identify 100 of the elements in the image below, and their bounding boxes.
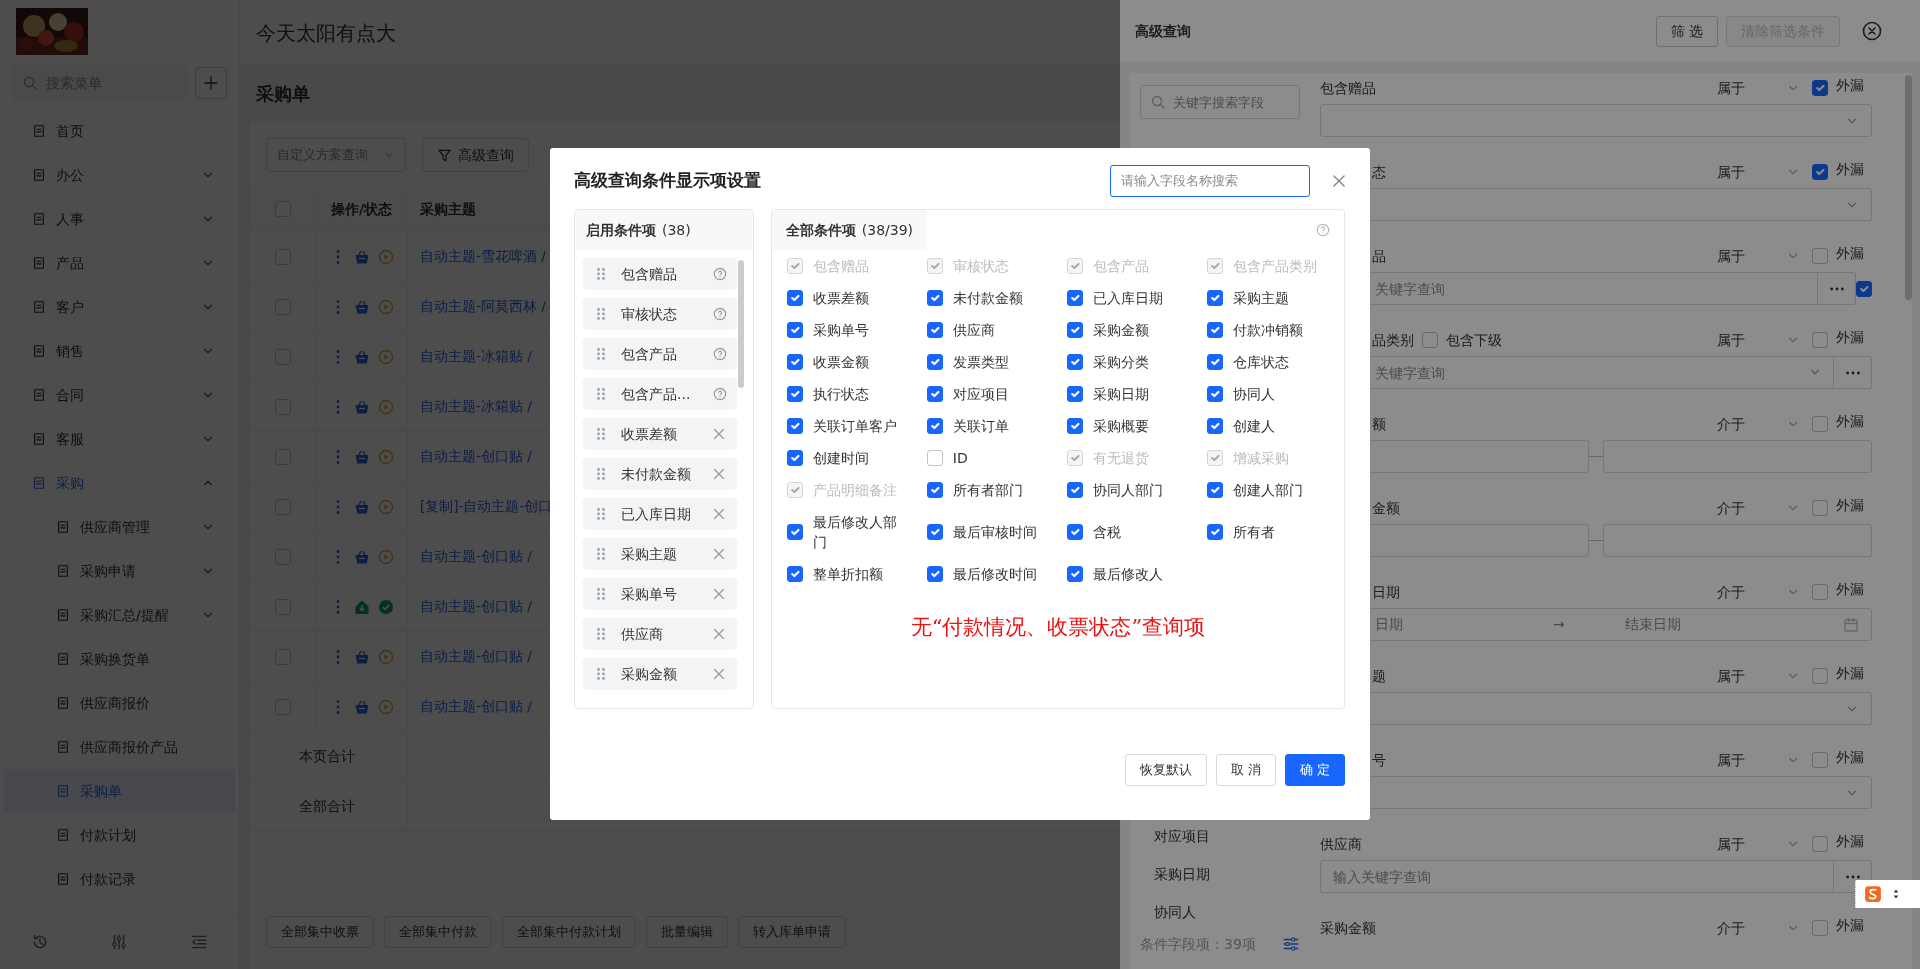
condition-item[interactable]: 采购单号 (583, 578, 737, 610)
field-list-item[interactable]: 协同人 (1154, 893, 1300, 931)
dialog-button[interactable]: 取 消 (1215, 754, 1276, 786)
checkbox[interactable] (1812, 416, 1828, 432)
sliders-icon[interactable] (110, 932, 129, 951)
search-field[interactable]: 请输入字段名称搜索 (1110, 164, 1310, 197)
checkbox[interactable] (926, 524, 943, 540)
checkbox[interactable] (1812, 584, 1828, 600)
checkbox[interactable] (786, 450, 803, 466)
remove-icon[interactable] (711, 546, 727, 562)
add-button[interactable] (195, 67, 227, 99)
action-button[interactable]: 批量编辑 (646, 916, 728, 948)
operator-select[interactable]: 属于 (1717, 329, 1812, 351)
advanced-search-button[interactable]: 高级查询 (422, 138, 529, 172)
checkbox[interactable] (1206, 386, 1223, 402)
field-list-item[interactable]: 采购日期 (1154, 855, 1300, 893)
condition-item[interactable]: 包含产品... (583, 378, 737, 410)
action-button[interactable]: 转入库单申请 (738, 916, 846, 948)
subject-link[interactable]: 自动主题-阿莫西林 / (420, 296, 546, 317)
sidebar-item[interactable]: 办公 (4, 153, 235, 197)
operator-select[interactable]: 属于 (1717, 161, 1812, 183)
sidebar-item[interactable]: 销售 (4, 329, 235, 373)
operator-select[interactable]: 属于 (1717, 245, 1812, 267)
condition-item[interactable]: 审核状态 (583, 298, 737, 330)
operator-select[interactable]: 介于 (1717, 581, 1812, 603)
checkbox[interactable] (786, 354, 803, 370)
checkbox[interactable] (926, 482, 943, 498)
remove-icon[interactable] (711, 426, 727, 442)
sidebar-item[interactable]: 采购换货单 (4, 637, 235, 681)
sliders-icon[interactable] (1282, 935, 1300, 953)
operator-select[interactable]: 介于 (1717, 497, 1812, 519)
condition-item[interactable]: 包含赠品 (583, 258, 737, 290)
sidebar-item[interactable]: 采购 (4, 461, 235, 505)
filter-button[interactable]: 筛 选 (1655, 15, 1718, 47)
checkbox[interactable] (1206, 482, 1223, 498)
sidebar-item[interactable]: 供应商报价产品 (4, 725, 235, 769)
subject-link[interactable]: 自动主题-雪花啤酒 / (420, 246, 546, 267)
checkbox[interactable] (926, 566, 943, 582)
remove-icon[interactable] (711, 466, 727, 482)
checkbox[interactable] (926, 386, 943, 402)
action-button[interactable]: 全部集中付款 (384, 916, 492, 948)
checkbox[interactable] (786, 524, 803, 540)
checkbox[interactable] (786, 418, 803, 434)
checkbox[interactable] (1066, 322, 1083, 338)
sidebar-item[interactable]: 客户 (4, 285, 235, 329)
close-icon[interactable] (1862, 21, 1882, 41)
sidebar-item[interactable]: 人事 (4, 197, 235, 241)
checkbox[interactable] (1066, 354, 1083, 370)
condition-item[interactable]: 包含产品 (583, 338, 737, 370)
sidebar-item[interactable]: 首页 (4, 109, 235, 153)
checkbox[interactable] (1812, 500, 1828, 516)
checkbox[interactable] (1812, 164, 1828, 180)
checkbox[interactable] (1206, 290, 1223, 306)
checkbox[interactable] (1812, 332, 1828, 348)
remove-icon[interactable] (711, 626, 727, 642)
checkbox[interactable] (786, 290, 803, 306)
checkbox[interactable] (926, 322, 943, 338)
sidebar-item[interactable]: 采购申请 (4, 549, 235, 593)
checkbox[interactable] (1206, 322, 1223, 338)
input-method-menu[interactable] (1855, 880, 1920, 908)
checkbox[interactable] (1812, 248, 1828, 264)
checkbox[interactable] (1066, 524, 1083, 540)
scrollbar-thumb[interactable] (738, 260, 744, 388)
checkbox[interactable] (1066, 418, 1083, 434)
checkbox[interactable] (926, 418, 943, 434)
checkbox[interactable] (1812, 836, 1828, 852)
operator-select[interactable]: 属于 (1717, 665, 1812, 687)
sidebar-item[interactable]: 客服 (4, 417, 235, 461)
checkbox[interactable] (926, 450, 943, 466)
sidebar-item[interactable]: 付款记录 (4, 857, 235, 901)
checkbox[interactable] (1206, 418, 1223, 434)
condition-item[interactable]: 未付款金额 (583, 458, 737, 490)
checkbox[interactable] (1812, 80, 1828, 96)
action-button[interactable]: 全部集中收票 (266, 916, 374, 948)
checkbox[interactable] (1066, 386, 1083, 402)
operator-select[interactable]: 属于 (1717, 749, 1812, 771)
checkbox[interactable] (786, 566, 803, 582)
checkbox[interactable] (926, 290, 943, 306)
sidebar-item[interactable]: 供应商管理 (4, 505, 235, 549)
condition-item[interactable]: 供应商 (583, 618, 737, 650)
remove-icon[interactable] (711, 586, 727, 602)
checkbox[interactable] (1812, 920, 1828, 936)
checkbox[interactable] (1856, 280, 1872, 297)
dialog-button[interactable]: 恢复默认 (1124, 754, 1207, 786)
checkbox[interactable] (1422, 332, 1438, 348)
input-field[interactable] (1603, 524, 1872, 557)
sidebar-item[interactable]: 产品 (4, 241, 235, 285)
subject-link[interactable]: 自动主题-冰箱贴 / (420, 396, 532, 417)
operator-select[interactable]: 介于 (1717, 917, 1812, 939)
checkbox[interactable] (1206, 354, 1223, 370)
confirm-button[interactable]: 确 定 (1284, 754, 1345, 786)
action-button[interactable]: 全部集中付款计划 (502, 916, 636, 948)
condition-item[interactable]: 采购主题 (583, 538, 737, 570)
scrollbar-thumb[interactable] (1905, 75, 1912, 300)
checkbox[interactable] (1066, 482, 1083, 498)
ime-icon[interactable] (1864, 885, 1882, 903)
operator-select[interactable]: 属于 (1717, 833, 1812, 855)
checkbox[interactable] (926, 354, 943, 370)
input-field[interactable]: 输入关键字查询 (1320, 860, 1834, 893)
checkbox[interactable] (1812, 752, 1828, 768)
